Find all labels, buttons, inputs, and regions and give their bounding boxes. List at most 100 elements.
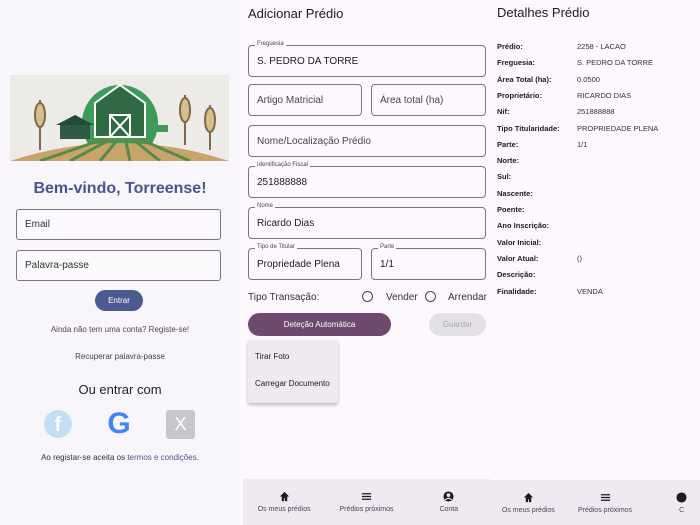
detail-row: Proprietário: RICARDO DIAS	[497, 91, 631, 100]
menu-item-tirar-foto[interactable]: Tirar Foto	[255, 352, 289, 361]
register-link[interactable]: Ainda não tem uma conta? Registe-se!	[0, 325, 240, 334]
nome-value: Ricardo Dias	[257, 217, 315, 229]
detail-row: Descrição:	[497, 270, 577, 279]
nav-conta-partial[interactable]: C	[643, 480, 700, 525]
nav-conta[interactable]: Conta	[408, 479, 490, 525]
detail-value: 1/1	[577, 139, 588, 149]
detail-key: Área Total (ha):	[497, 74, 552, 84]
detail-key: Ano Inscrição:	[497, 221, 550, 231]
nav-os-meus-predios[interactable]: Os meus prédios	[243, 479, 325, 525]
detail-key: Parte:	[497, 139, 519, 149]
home-icon	[279, 491, 289, 502]
detail-key: Nif:	[497, 107, 510, 117]
recover-password-link[interactable]: Recuperar palavra-passe	[0, 352, 240, 361]
tipo-titular-label: Tipo de Titular	[255, 244, 297, 250]
bottom-nav: Os meus prédios Prédios próximos C	[490, 480, 700, 525]
tipo-titular-field[interactable]: Tipo de Titular Propriedade Plena	[248, 244, 362, 280]
details-title: Detalhes Prédio	[497, 5, 590, 20]
terms-text: Ao registar-se aceita os termos e condiç…	[0, 453, 240, 462]
detail-row: Valor Inicial:	[497, 238, 577, 247]
save-button[interactable]: Guardar	[429, 313, 486, 336]
detail-key: Proprietário:	[497, 90, 543, 100]
arrendar-radio[interactable]	[425, 291, 436, 302]
freguesia-field[interactable]: Freguesia S. PEDRO DA TORRE	[248, 41, 486, 77]
detail-row: Tipo Titularidade: PROPRIEDADE PLENA	[497, 124, 658, 133]
detail-key: Valor Atual:	[497, 253, 539, 263]
facebook-icon[interactable]: f	[44, 410, 72, 438]
account-circle-icon	[676, 491, 687, 503]
arrendar-label[interactable]: Arrendar	[448, 292, 487, 303]
parte-label: Parte	[378, 244, 397, 250]
social-login-heading: Ou entrar com	[78, 382, 162, 397]
vender-radio[interactable]	[362, 291, 373, 302]
detail-key: Sul:	[497, 172, 512, 182]
tipo-titular-value: Propriedade Plena	[257, 258, 340, 270]
nav-label: Os meus prédios	[257, 506, 311, 513]
bottom-nav: Os meus prédios Prédios próximos Conta	[243, 479, 490, 525]
farm-illustration	[10, 75, 229, 161]
detail-key: Descrição:	[497, 270, 536, 280]
detail-key: Valor Inicial:	[497, 237, 542, 247]
detail-row: Norte:	[497, 156, 577, 165]
home-icon	[523, 492, 533, 502]
nav-predios-proximos[interactable]: Prédios próximos	[325, 479, 407, 525]
nome-label: Nome	[255, 203, 276, 209]
freguesia-value: S. PEDRO DA TORRE	[257, 55, 359, 67]
detail-key: Tipo Titularidade:	[497, 123, 560, 133]
auto-detect-button[interactable]: Deteção Automática	[248, 313, 391, 336]
detail-value: 0.0500	[577, 74, 600, 84]
email-input[interactable]: Email	[16, 209, 221, 240]
detail-value: S. PEDRO DA TORRE	[577, 58, 653, 68]
parte-value: 1/1	[380, 258, 394, 270]
auto-detect-menu: Tirar Foto Carregar Documento	[248, 340, 338, 403]
detail-value: VENDA	[577, 286, 603, 296]
detail-key: Freguesia:	[497, 58, 535, 68]
nav-label: Conta	[439, 506, 459, 513]
nav-label: Prédios próximos	[577, 506, 633, 514]
area-total-input[interactable]: Área total (ha)	[371, 84, 486, 116]
detail-key: Prédio:	[497, 42, 523, 51]
detail-value: PROPRIEDADE PLENA	[577, 123, 659, 133]
terms-suffix: .	[196, 453, 199, 462]
google-icon[interactable]: G	[104, 408, 134, 440]
nav-os-meus-predios[interactable]: Os meus prédios	[490, 480, 567, 525]
detail-row: Ano Inscrição:	[497, 221, 577, 230]
nav-label: Os meus prédios	[501, 506, 555, 514]
tipo-transacao-label: Tipo Transação:	[248, 292, 320, 303]
nome-field[interactable]: Nome Ricardo Dias	[248, 203, 486, 239]
nif-field[interactable]: Identificação Fiscal 251888888	[248, 162, 486, 198]
x-twitter-icon[interactable]: X	[166, 410, 195, 439]
login-button[interactable]: Entrar	[95, 290, 143, 311]
detail-value: RICARDO DIAS	[577, 90, 632, 100]
terms-link[interactable]: termos e condições	[127, 453, 196, 462]
welcome-title: Bem-vindo, Torreense!	[33, 180, 207, 197]
detail-row: Freguesia: S. PEDRO DA TORRE	[497, 58, 653, 67]
list-icon	[600, 493, 610, 501]
login-screen: Bem-vindo, Torreense! Email Palavra-pass…	[0, 0, 240, 525]
detail-row: Finalidade: VENDA	[497, 287, 603, 296]
detail-key: Nascente:	[497, 188, 533, 198]
vender-label[interactable]: Vender	[386, 292, 418, 303]
menu-item-carregar-documento[interactable]: Carregar Documento	[255, 379, 330, 388]
detail-row: Parte: 1/1	[497, 140, 587, 149]
detail-value: ()	[577, 253, 582, 263]
detail-key: Finalidade:	[497, 286, 537, 296]
form-title: Adicionar Prédio	[248, 6, 344, 21]
detail-row: Área Total (ha): 0.0500	[497, 75, 600, 84]
password-input[interactable]: Palavra-passe	[16, 250, 221, 281]
parte-field[interactable]: Parte 1/1	[371, 244, 486, 280]
nav-predios-proximos[interactable]: Prédios próximos	[567, 480, 644, 525]
artigo-matricial-input[interactable]: Artigo Matricial	[248, 84, 362, 116]
detail-value: 251888888	[577, 107, 615, 117]
nome-localizacao-input[interactable]: Nome/Localização Prédio	[248, 125, 486, 157]
add-property-screen: Adicionar Prédio Freguesia S. PEDRO DA TO…	[240, 0, 490, 525]
freguesia-label: Freguesia	[255, 41, 286, 47]
detail-row: Prédio: 2258 - LACAO	[497, 42, 626, 51]
detail-row: Poente:	[497, 205, 577, 214]
nif-value: 251888888	[257, 176, 308, 188]
property-details-screen: Detalhes Prédio Prédio: 2258 - LACAO Fregu…	[490, 0, 700, 525]
detail-key: Norte:	[497, 156, 520, 166]
detail-row: Nascente:	[497, 189, 577, 198]
detail-row: Nif: 251888888	[497, 107, 615, 116]
list-icon	[361, 493, 372, 500]
